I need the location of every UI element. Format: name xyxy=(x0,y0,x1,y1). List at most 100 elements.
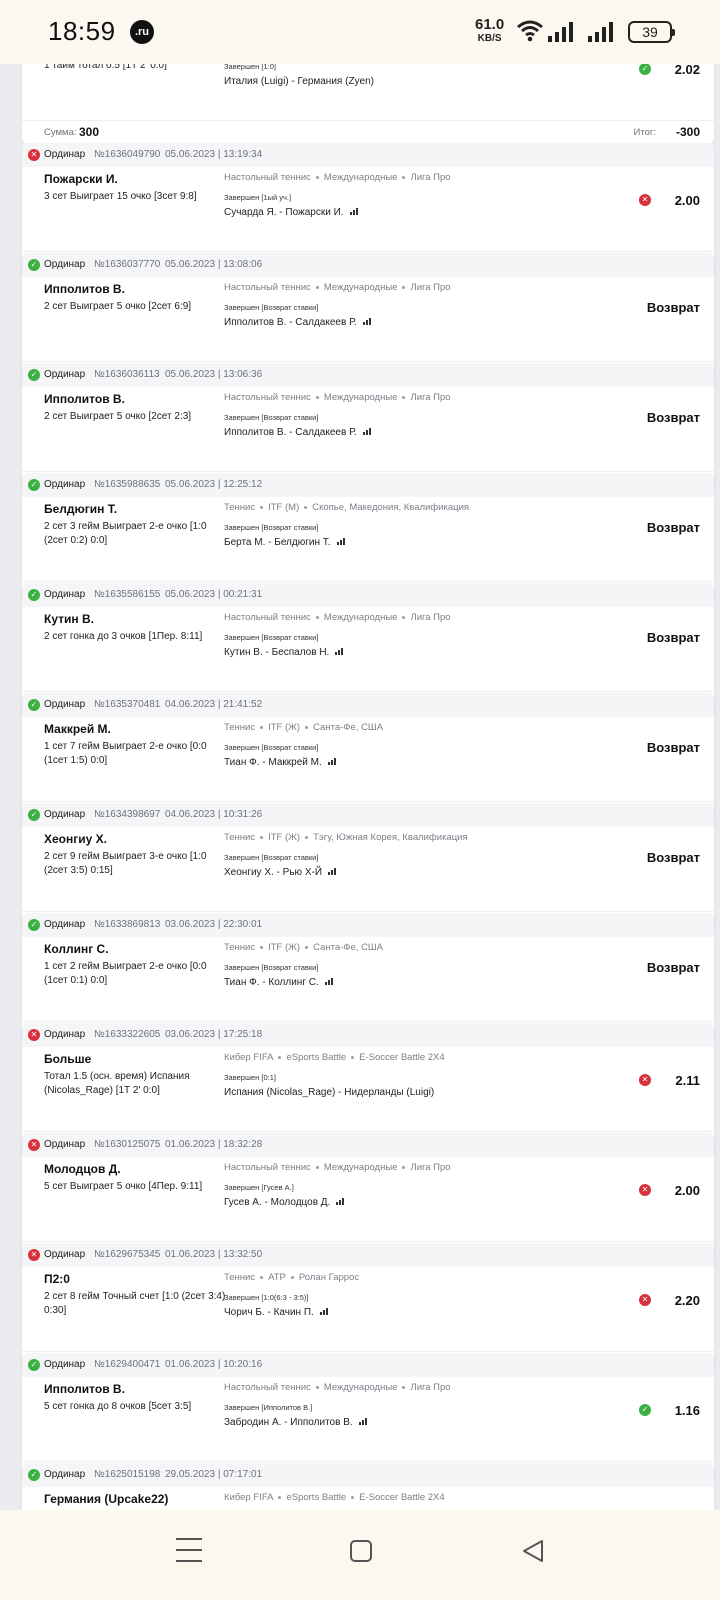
bet-match: Забродин А. - Ипполитов В. xyxy=(224,1417,368,1428)
bet-market: Тотал 1.5 (осн. время) Испания (Nicolas_… xyxy=(44,1071,190,1096)
bet-header: ✕ Ординар №1633322605 03.06.2023 | 17:25:18 xyxy=(22,1023,714,1047)
bet-body: Хеонгиу Х. 2 сет 9 гейм Выиграет 3-е очко… xyxy=(22,827,714,911)
check-circle-icon: ✓ xyxy=(28,1469,40,1481)
bet-market: 2 сет Выиграет 5 очко [2сет 2:3] xyxy=(44,411,192,422)
cross-circle-icon: ✕ xyxy=(28,149,40,161)
bet-type: Ординар xyxy=(44,1029,86,1040)
bet-market: 3 сет Выиграет 15 очко [3сет 9:8] xyxy=(44,191,197,202)
bet-odds: 2.02 xyxy=(674,62,700,77)
bet-result-status: Завершен [Возврат ставки] xyxy=(224,303,319,312)
bet-odds: 2.11 xyxy=(675,1073,700,1088)
back-button[interactable] xyxy=(520,1538,546,1564)
bet-number: №1633869813 xyxy=(94,919,161,930)
bet-body: Ипполитов В. 5 сет гонка до 8 очков [5сет… xyxy=(22,1377,714,1461)
stats-icon xyxy=(358,1417,368,1428)
bet-result-status: Завершен [1ый уч.] xyxy=(224,193,292,202)
bet-number: №1630125075 xyxy=(94,1139,161,1150)
bet-date: 05.06.2023 | 13:06:36 xyxy=(165,369,263,380)
bet-match: Италия (Luigi) - Германия (Zyen) xyxy=(224,76,375,87)
bet-result-status: Завершен [1:0(6:3 - 3:5)] xyxy=(224,1293,309,1302)
bet-market: 5 сет гонка до 8 очков [5сет 3:5] xyxy=(44,1401,192,1412)
bet-body: Больше Тотал 1.5 (осн. время) Испания (Ni… xyxy=(22,1047,714,1131)
bet-result-status: Завершен [Возврат ставки] xyxy=(224,853,319,862)
bet-header: ✕ Ординар №1636049790 05.06.2023 | 13:19:34 xyxy=(22,143,714,167)
bet-header: ✓ Ординар №1634398697 04.06.2023 | 10:31:26 xyxy=(22,803,714,827)
bet-body: Маккрей М. 1 сет 7 гейм Выиграет 2-е очко… xyxy=(22,717,714,801)
bet-selection: Ипполитов В. xyxy=(44,1382,125,1396)
bet-market: 2 сет гонка до 3 очков [1Пер. 8:11] xyxy=(44,631,203,642)
bet-type: Ординар xyxy=(44,1249,86,1260)
bet-number: №1625015198 xyxy=(94,1469,161,1480)
bet-category: Теннис ITF (Ж) Санта-Фе, США xyxy=(224,722,383,733)
bet-match: Испания (Nicolas_Rage) - Нидерланды (Lui… xyxy=(224,1087,435,1098)
bet-date: 05.06.2023 | 13:08:06 xyxy=(165,259,263,270)
bet-category: Настольный теннис Международные Лига Про xyxy=(224,172,451,183)
bet-selection: Кутин В. xyxy=(44,612,94,626)
bet-match: Сучарда Я. - Пожарски И. xyxy=(224,207,359,218)
check-circle-icon: ✓ xyxy=(28,259,40,271)
bet-result-status: Завершен [Возврат ставки] xyxy=(224,413,319,422)
bet-return-label: Возврат xyxy=(646,740,700,755)
bet-selection: Молодцов Д. xyxy=(44,1162,121,1176)
bet-type: Ординар xyxy=(44,699,86,710)
bet-market: 2 сет 9 гейм Выиграет 3-е очко [1:0 (2се… xyxy=(44,851,207,876)
bet-header: ✕ Ординар №1629675345 01.06.2023 | 13:32:50 xyxy=(22,1243,714,1267)
bet-market: 1 сет 7 гейм Выиграет 2-е очко [0:0 (1се… xyxy=(44,741,207,766)
bet-header: ✓ Ординар №1635370481 04.06.2023 | 21:41:52 xyxy=(22,693,714,717)
bet-category: Теннис ITF (Ж) Тэгу, Южная Корея, Квалифик… xyxy=(224,832,468,843)
recent-apps-button[interactable] xyxy=(176,1538,202,1562)
bet-category: Настольный теннис Международные Лига Про xyxy=(224,392,451,403)
check-circle-icon: ✓ xyxy=(28,699,40,711)
bet-header: ✓ Ординар №1635586155 05.06.2023 | 00:21:31 xyxy=(22,583,714,607)
bet-selection: Хеонгиу Х. xyxy=(44,832,107,846)
bet-header: ✓ Ординар №1636037770 05.06.2023 | 13:08:06 xyxy=(22,253,714,277)
bet-category: Теннис ATP Ролан Гаррос xyxy=(224,1272,360,1283)
status-bar: 18:59 .ru 61.0 KB/S 39 xyxy=(0,0,720,64)
cross-circle-icon: ✕ xyxy=(639,1294,651,1306)
bet-return-label: Возврат xyxy=(646,520,700,535)
bet-header: ✓ Ординар №1633869813 03.06.2023 | 22:30:01 xyxy=(22,913,714,937)
bet-header: ✓ Ординар №1629400471 01.06.2023 | 10:20:16 xyxy=(22,1353,714,1377)
bet-number: №1634398697 xyxy=(94,809,161,820)
bet-date: 03.06.2023 | 17:25:18 xyxy=(165,1029,263,1040)
bet-number: №1635988635 xyxy=(94,479,161,490)
bet-category: Кибер FIFAeSports BattleE-Soccer Battle … xyxy=(224,1492,445,1503)
bet-number: №1629400471 xyxy=(94,1359,161,1370)
clock: 18:59 xyxy=(48,16,116,46)
bet-category: Кибер FIFAeSports BattleE-Soccer Battle … xyxy=(224,1052,445,1063)
bet-category: Теннис ITF (Ж) Санта-Фе, США xyxy=(224,942,383,953)
bet-odds: 2.00 xyxy=(674,193,700,208)
bet-body: Ипполитов В. 2 сет Выиграет 5 очко [2сет … xyxy=(22,277,714,361)
bet-number: №1635586155 xyxy=(94,589,161,600)
bet-return-label: Возврат xyxy=(646,850,700,865)
check-circle-icon: ✓ xyxy=(28,589,40,601)
check-circle-icon: ✓ xyxy=(28,479,40,491)
bet-result-status: Завершен [Возврат ставки] xyxy=(224,523,319,532)
bet-date: 05.06.2023 | 12:25:12 xyxy=(165,479,263,490)
bet-return-label: Возврат xyxy=(646,300,700,315)
wifi-icon xyxy=(517,20,543,42)
cross-circle-icon: ✕ xyxy=(639,194,651,206)
bet-match: Ипполитов В. - Салдакеев Р. xyxy=(224,317,372,328)
bet-number: №1629675345 xyxy=(94,1249,161,1260)
bet-number: №1635370481 xyxy=(94,699,161,710)
bet-number: №1636036113 xyxy=(94,369,160,380)
stats-icon xyxy=(328,867,337,878)
bet-result-status: Завершен [Гусев А.] xyxy=(224,1183,294,1192)
bet-return-label: Возврат xyxy=(646,630,700,645)
bet-selection: П2:0 xyxy=(44,1272,70,1286)
bet-date: 03.06.2023 | 22:30:01 xyxy=(165,919,263,930)
bet-type: Ординар xyxy=(44,149,86,160)
bet-date: 05.06.2023 | 00:21:31 xyxy=(165,589,263,600)
bet-type: Ординар xyxy=(44,1469,86,1480)
check-circle-icon: ✓ xyxy=(639,63,651,75)
cross-circle-icon: ✕ xyxy=(639,1184,651,1196)
bet-date: 01.06.2023 | 18:32:28 xyxy=(165,1139,263,1150)
bet-odds: 1.16 xyxy=(674,1403,700,1418)
bet-match: Чорич Б. - Качин П. xyxy=(224,1307,329,1318)
bet-selection: Больше xyxy=(44,1052,92,1066)
home-button[interactable] xyxy=(350,1540,372,1562)
bet-body: Кутин В. 2 сет гонка до 3 очков [1Пер. 8:… xyxy=(22,607,714,691)
bet-type: Ординар xyxy=(44,479,86,490)
bet-match: Ипполитов В. - Салдакеев Р. xyxy=(224,427,372,438)
